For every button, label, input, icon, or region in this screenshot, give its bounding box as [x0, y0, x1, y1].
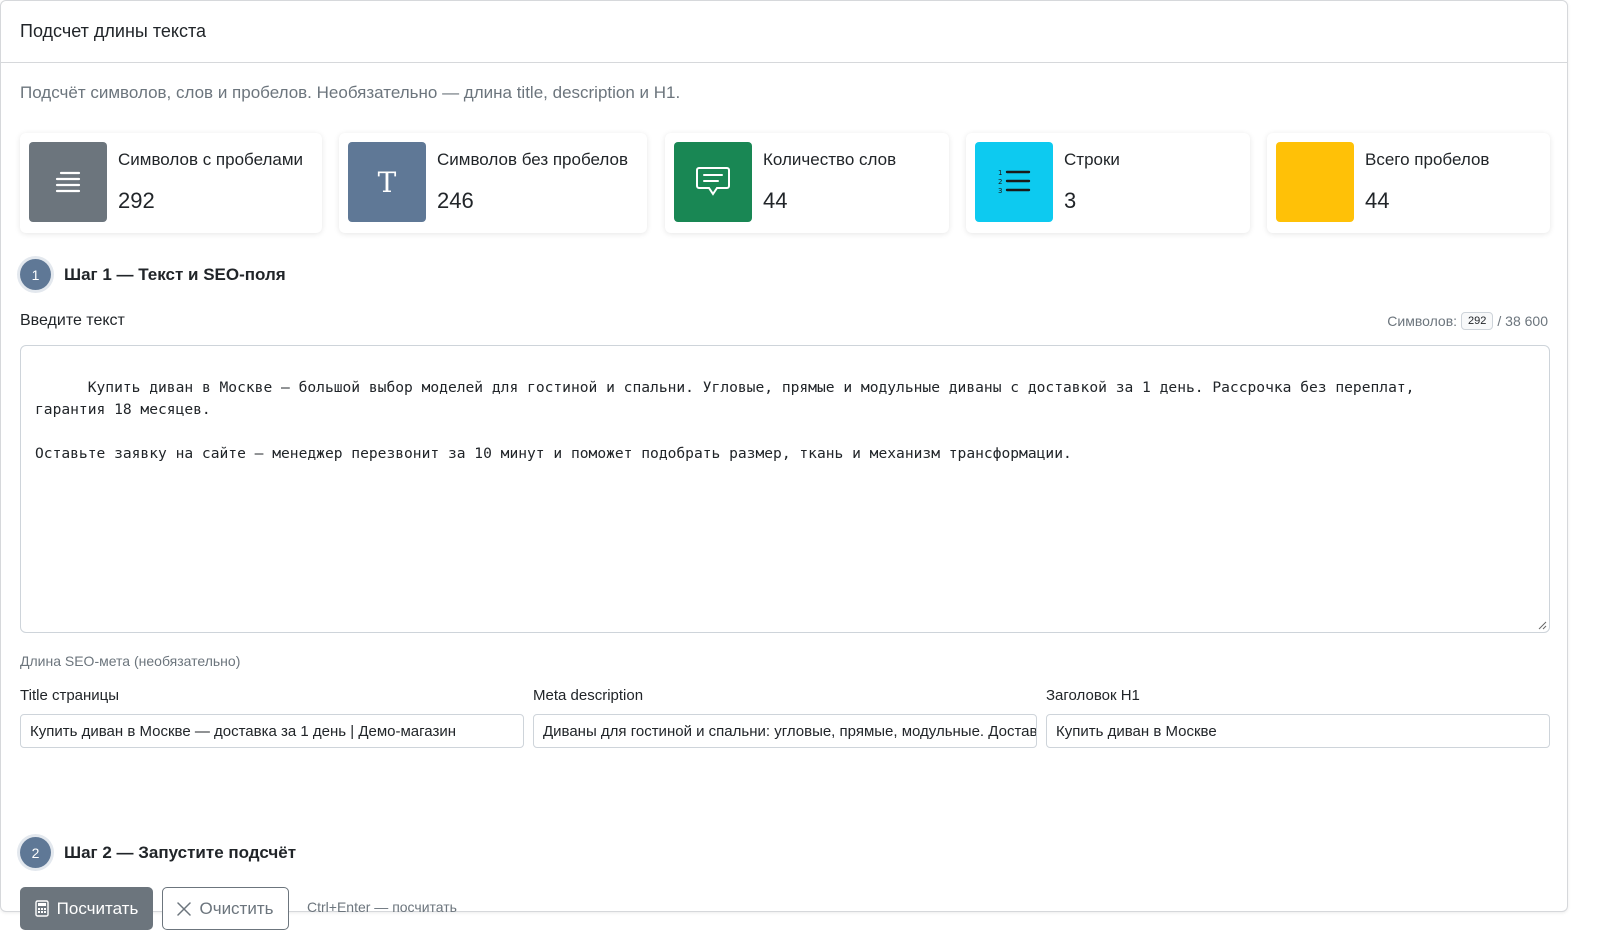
page-subtitle: Подсчёт символов, слов и пробелов. Необя… [20, 83, 681, 102]
svg-text:3: 3 [998, 187, 1002, 195]
svg-text:2: 2 [998, 178, 1002, 186]
text-input-area[interactable]: Купить диван в Москве — большой выбор мо… [20, 345, 1550, 633]
stat-lines: 1 2 3 Строки 3 [966, 133, 1250, 233]
numbered-list-icon: 1 2 3 [975, 142, 1053, 222]
stat-value: 44 [1365, 188, 1390, 213]
stat-value: 44 [763, 188, 788, 213]
counter-limit: / 38 600 [1497, 313, 1548, 329]
stat-words: Количество слов 44 [665, 133, 949, 233]
close-icon [177, 901, 192, 916]
counter-badge: 292 [1461, 312, 1494, 330]
char-counter: Символов: 292 / 38 600 [1387, 312, 1548, 330]
page-title: Подсчет длины текста [20, 21, 207, 41]
step-title: Шаг 1 — Текст и SEO-поля [64, 264, 286, 284]
stats-row: Символов с пробелами 292 T Символов без … [20, 133, 1550, 233]
text-length-card: Подсчет длины текста Подсчёт символов, с… [0, 0, 1568, 930]
step-number-badge: 1 [20, 259, 51, 290]
seo-title-label: Title страницы [20, 687, 120, 704]
blank-icon [1276, 142, 1354, 222]
step-1-heading: 1 Шаг 1 — Текст и SEO-поля [20, 259, 286, 290]
calculate-button[interactable]: Посчитать [20, 887, 153, 930]
seo-description-input[interactable]: Диваны для гостиной и спальни: угловые, … [533, 714, 1037, 748]
svg-text:1: 1 [998, 169, 1002, 177]
step-number-badge: 2 [20, 837, 51, 868]
stat-label: Строки [1064, 150, 1120, 169]
stat-chars-with-spaces: Символов с пробелами 292 [20, 133, 322, 233]
stat-label: Символов без пробелов [437, 150, 628, 169]
card-header: Подсчет длины текста [1, 1, 1567, 63]
stat-value: 292 [118, 188, 155, 213]
counter-prefix: Символов: [1387, 313, 1458, 329]
seo-h1-label: Заголовок H1 [1046, 687, 1140, 704]
stat-label: Всего пробелов [1365, 150, 1490, 169]
seo-description-label: Meta description [533, 687, 644, 704]
svg-text:T: T [378, 167, 397, 197]
seo-description-group: Meta description Диваны для гостиной и с… [533, 687, 1037, 748]
stat-label: Символов с пробелами [118, 150, 304, 169]
calculate-button-label: Посчитать [56, 898, 139, 918]
text-input-label: Введите текст [20, 312, 125, 329]
calculator-icon [34, 900, 49, 917]
stat-chars-without-spaces: T Символов без пробелов 246 [339, 133, 647, 233]
stat-value: 246 [437, 188, 474, 213]
clear-button[interactable]: Очистить [162, 887, 289, 930]
stat-spaces: Всего пробелов 44 [1267, 133, 1550, 233]
chat-text-icon [674, 142, 752, 222]
stat-value: 3 [1064, 188, 1077, 213]
step-title: Шаг 2 — Запустите подсчёт [64, 842, 297, 862]
clear-button-label: Очистить [199, 898, 274, 918]
keyboard-hint: Ctrl+Enter — посчитать [307, 899, 457, 915]
seo-caption: Длина SEO-мета (необязательно) [20, 653, 241, 669]
letter-t-icon: T [348, 142, 426, 222]
seo-title-group: Title страницы Купить диван в Москве — д… [20, 687, 524, 748]
seo-h1-input[interactable]: Купить диван в Москве [1046, 714, 1550, 748]
seo-h1-group: Заголовок H1 Купить диван в Москве [1046, 687, 1550, 748]
resize-handle-icon[interactable] [1537, 620, 1547, 630]
text-input-value: Купить диван в Москве — большой выбор мо… [35, 379, 1415, 462]
stat-label: Количество слов [763, 150, 897, 169]
step-2-heading: 2 Шаг 2 — Запустите подсчёт [20, 837, 296, 868]
seo-title-input[interactable]: Купить диван в Москве — доставка за 1 де… [20, 714, 524, 748]
lines-icon [29, 142, 107, 222]
